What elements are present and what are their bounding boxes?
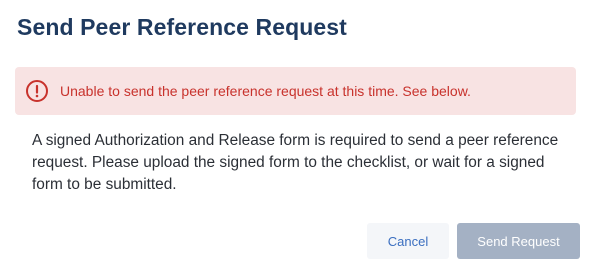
- dialog-body-text: A signed Authorization and Release form …: [32, 132, 559, 193]
- cancel-button[interactable]: Cancel: [367, 223, 449, 259]
- alert-circle-icon: [25, 79, 49, 103]
- error-message: Unable to send the peer reference reques…: [60, 83, 471, 99]
- error-banner: Unable to send the peer reference reques…: [15, 67, 576, 115]
- send-request-button[interactable]: Send Request: [457, 223, 580, 259]
- send-peer-reference-dialog: Send Peer Reference Request Unable to se…: [0, 0, 593, 272]
- dialog-title: Send Peer Reference Request: [17, 14, 347, 40]
